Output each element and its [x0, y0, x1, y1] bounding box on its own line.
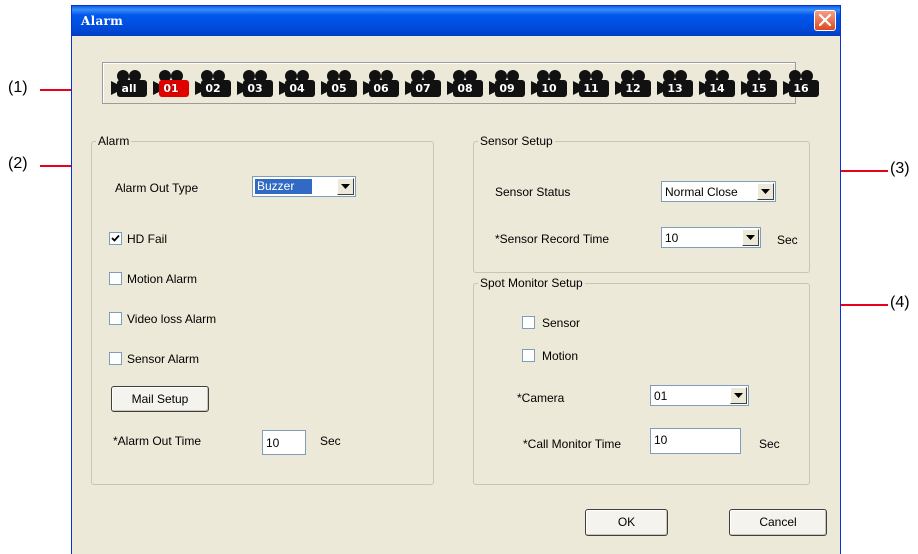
- camera-button-06[interactable]: 06: [361, 69, 401, 99]
- camera-number: 13: [667, 82, 683, 95]
- camera-number: 16: [793, 82, 809, 95]
- sensor-record-time-dropdown-button[interactable]: [742, 229, 759, 246]
- close-button[interactable]: [814, 10, 836, 31]
- camera-button-02[interactable]: 02: [193, 69, 233, 99]
- sensor-record-time-select[interactable]: 10: [661, 227, 761, 248]
- camera-button-08[interactable]: 08: [445, 69, 485, 99]
- camera-number: 09: [499, 82, 515, 95]
- camera-number: all: [121, 82, 137, 95]
- camera-button-16[interactable]: 16: [781, 69, 821, 99]
- call-monitor-time-input[interactable]: 10: [650, 428, 741, 454]
- alarm-group-legend: Alarm: [96, 134, 132, 148]
- alarm-out-type-dropdown-button[interactable]: [337, 178, 354, 195]
- camera-row: all 01 02 03 04 05 06 07 08 09 10 11 12 13 14 15 16: [109, 69, 821, 99]
- spot-monitor-group: Spot Monitor Setup: [473, 276, 810, 485]
- camera-select[interactable]: 01: [650, 385, 749, 406]
- call-monitor-time-unit: Sec: [759, 437, 780, 451]
- title-bar[interactable]: Alarm: [72, 6, 840, 36]
- sensor-alarm-label[interactable]: Sensor Alarm: [127, 352, 199, 366]
- camera-button-11[interactable]: 11: [571, 69, 611, 99]
- sensor-status-label: Sensor Status: [495, 185, 571, 199]
- hd-fail-checkbox[interactable]: [109, 232, 122, 245]
- camera-button-13[interactable]: 13: [655, 69, 695, 99]
- mail-setup-button[interactable]: Mail Setup: [111, 386, 209, 412]
- camera-number: 07: [415, 82, 431, 95]
- motion-alarm-label[interactable]: Motion Alarm: [127, 272, 197, 286]
- window-title: Alarm: [81, 14, 124, 28]
- chevron-down-icon: [761, 189, 770, 194]
- camera-dropdown-button[interactable]: [730, 387, 747, 404]
- camera-button-04[interactable]: 04: [277, 69, 317, 99]
- hd-fail-label[interactable]: HD Fail: [127, 232, 167, 246]
- spot-motion-label[interactable]: Motion: [542, 349, 578, 363]
- sensor-setup-legend: Sensor Setup: [478, 134, 555, 148]
- alarm-out-type-select[interactable]: Buzzer: [252, 176, 356, 197]
- spot-sensor-label[interactable]: Sensor: [542, 316, 580, 330]
- spot-sensor-checkbox[interactable]: [522, 316, 535, 329]
- camera-button-12[interactable]: 12: [613, 69, 653, 99]
- alarm-dialog: Alarm all 01 02 03 04 05 06 07 08 09 10 11 12 13 14 15 1…: [71, 5, 841, 554]
- video-loss-alarm-checkbox[interactable]: [109, 312, 122, 325]
- camera-button-10[interactable]: 10: [529, 69, 569, 99]
- spot-monitor-legend: Spot Monitor Setup: [478, 276, 585, 290]
- camera-button-01[interactable]: 01: [151, 69, 191, 99]
- camera-button-09[interactable]: 09: [487, 69, 527, 99]
- camera-label: *Camera: [517, 391, 565, 405]
- sensor-status-value: Normal Close: [665, 185, 738, 199]
- video-loss-alarm-label[interactable]: Video loss Alarm: [127, 312, 216, 326]
- camera-button-14[interactable]: 14: [697, 69, 737, 99]
- alarm-out-time-unit: Sec: [320, 434, 341, 448]
- chevron-down-icon: [341, 184, 350, 189]
- callout-1: (1): [8, 79, 28, 96]
- camera-button-all[interactable]: all: [109, 69, 149, 99]
- alarm-out-time-label: *Alarm Out Time: [113, 434, 202, 448]
- motion-alarm-checkbox[interactable]: [109, 272, 122, 285]
- alarm-out-type-value: Buzzer: [255, 179, 313, 194]
- camera-number: 04: [289, 82, 305, 95]
- ok-button[interactable]: OK: [585, 509, 668, 536]
- camera-number: 06: [373, 82, 389, 95]
- camera-number: 11: [583, 82, 599, 95]
- sensor-setup-group: Sensor Setup: [473, 134, 810, 273]
- camera-number: 14: [709, 82, 725, 95]
- camera-number: 01: [163, 82, 179, 95]
- cancel-button[interactable]: Cancel: [729, 509, 827, 536]
- camera-button-05[interactable]: 05: [319, 69, 359, 99]
- callout-4: (4): [890, 294, 910, 311]
- callout-2: (2): [8, 155, 28, 172]
- close-icon: [819, 14, 831, 26]
- camera-number: 02: [205, 82, 221, 95]
- camera-number: 10: [541, 82, 557, 95]
- call-monitor-time-label: *Call Monitor Time: [523, 437, 622, 451]
- sensor-record-time-unit: Sec: [777, 233, 798, 247]
- alarm-out-type-label: Alarm Out Type: [115, 181, 199, 195]
- callout-3: (3): [890, 160, 910, 177]
- chevron-down-icon: [734, 393, 743, 398]
- sensor-status-dropdown-button[interactable]: [757, 183, 774, 200]
- camera-button-03[interactable]: 03: [235, 69, 275, 99]
- camera-selector: all 01 02 03 04 05 06 07 08 09 10 11 12 13 14 15 16: [102, 62, 819, 104]
- chevron-down-icon: [746, 235, 755, 240]
- camera-number: 03: [247, 82, 263, 95]
- sensor-record-time-label: *Sensor Record Time: [495, 232, 610, 246]
- sensor-status-select[interactable]: Normal Close: [661, 181, 776, 202]
- spot-motion-checkbox[interactable]: [522, 349, 535, 362]
- alarm-out-time-input[interactable]: 10: [262, 430, 306, 455]
- checkmark-icon: [111, 234, 120, 242]
- camera-number: 05: [331, 82, 347, 95]
- sensor-alarm-checkbox[interactable]: [109, 352, 122, 365]
- sensor-record-time-value: 10: [665, 231, 679, 245]
- camera-button-07[interactable]: 07: [403, 69, 443, 99]
- camera-number: 12: [625, 82, 641, 95]
- camera-number: 15: [751, 82, 767, 95]
- camera-number: 08: [457, 82, 473, 95]
- camera-button-15[interactable]: 15: [739, 69, 779, 99]
- camera-value: 01: [654, 389, 668, 403]
